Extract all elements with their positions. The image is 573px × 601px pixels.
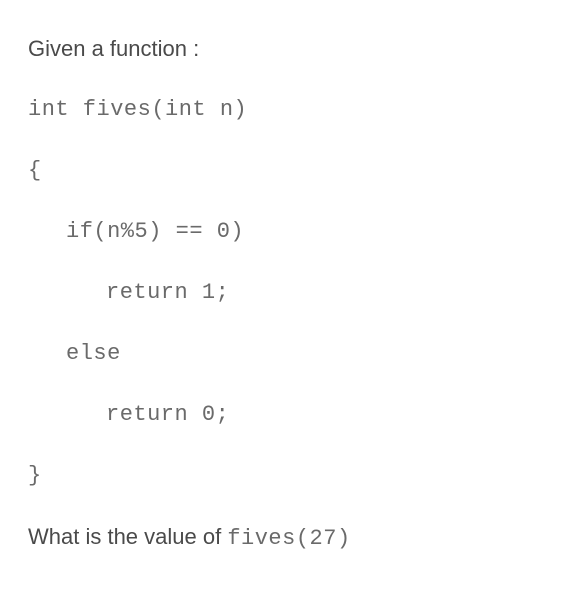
- code-close-brace: }: [28, 459, 545, 492]
- question-code: fives(27): [227, 526, 350, 551]
- question-prefix: What is the value of: [28, 524, 227, 549]
- question-line: What is the value of fives(27): [28, 520, 545, 555]
- code-else-line: else: [28, 337, 545, 370]
- code-return-zero: return 0;: [28, 398, 545, 431]
- code-return-one: return 1;: [28, 276, 545, 309]
- code-open-brace: {: [28, 154, 545, 187]
- code-if-line: if(n%5) == 0): [28, 215, 545, 248]
- code-signature: int fives(int n): [28, 93, 545, 126]
- intro-text: Given a function :: [28, 32, 545, 65]
